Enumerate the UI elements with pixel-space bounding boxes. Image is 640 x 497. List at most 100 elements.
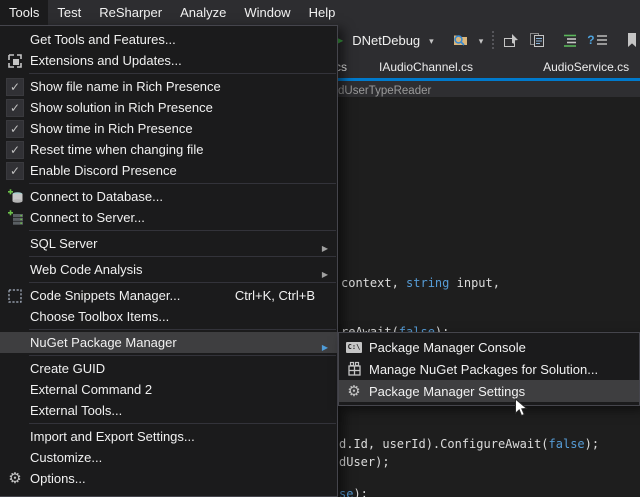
menubar-item-help[interactable]: Help: [300, 0, 345, 25]
menu-separator: [29, 183, 336, 184]
menubar-item-tools[interactable]: Tools: [0, 0, 48, 25]
menu-icon-cell: [0, 99, 30, 117]
submenu-arrow-icon: [322, 265, 328, 280]
menu-item-label: Show time in Rich Presence: [30, 121, 337, 136]
menu-item-web-code-analysis[interactable]: Web Code Analysis: [0, 259, 337, 280]
code-keyword: string: [406, 276, 449, 290]
menu-item-choose-toolbox-items[interactable]: Choose Toolbox Items...: [0, 306, 337, 327]
code-text: );: [585, 437, 599, 451]
menu-item-code-snippets-manager[interactable]: Code Snippets Manager... Ctrl+K, Ctrl+B: [0, 285, 337, 306]
navigation-bar-type[interactable]: dUserTypeReader: [338, 83, 431, 99]
chevron-down-icon[interactable]: [429, 31, 434, 49]
nuget-package-icon: [339, 361, 369, 377]
menu-item-label: SQL Server: [30, 236, 337, 251]
extensions-icon: [0, 53, 30, 69]
menu-item-extensions-and-updates[interactable]: Extensions and Updates...: [0, 50, 337, 71]
menu-item-label: Connect to Server...: [30, 210, 337, 225]
menu-icon-cell: [339, 384, 369, 399]
find-options-chevron-icon[interactable]: [479, 31, 484, 49]
checkmark-icon: [6, 78, 24, 96]
menu-bar: Tools Test ReSharper Analyze Window Help: [0, 0, 344, 25]
gear-icon: [347, 384, 360, 399]
gear-icon: [8, 471, 21, 486]
toolbar-grip[interactable]: [492, 31, 494, 49]
menu-item-show-file-name-rich-presence[interactable]: Show file name in Rich Presence: [0, 76, 337, 97]
menu-item-label: Extensions and Updates...: [30, 53, 337, 68]
menu-icon-cell: [0, 141, 30, 159]
code-line: dUser);: [339, 455, 390, 469]
database-add-icon: [0, 188, 30, 205]
menu-item-external-command-2[interactable]: External Command 2: [0, 379, 337, 400]
menu-item-label: Get Tools and Features...: [30, 32, 337, 47]
menu-item-label: Show file name in Rich Presence: [30, 79, 337, 94]
tools-menu: Get Tools and Features... Extensions and…: [0, 25, 338, 497]
menu-icon-cell: [0, 162, 30, 180]
menu-separator: [29, 230, 336, 231]
menu-item-customize[interactable]: Customize...: [0, 447, 337, 468]
code-line: d.Id, userId).ConfigureAwait(false);: [339, 437, 599, 451]
menu-item-shortcut: Ctrl+K, Ctrl+B: [235, 288, 337, 303]
menubar-item-window[interactable]: Window: [235, 0, 299, 25]
menu-item-connect-to-server[interactable]: Connect to Server...: [0, 207, 337, 228]
dashed-square-icon: [0, 288, 30, 304]
code-text: d.Id, userId).ConfigureAwait(: [339, 437, 549, 451]
checkmark-icon: [6, 99, 24, 117]
server-add-icon: [0, 209, 30, 226]
menubar-item-resharper[interactable]: ReSharper: [90, 0, 171, 25]
copy-lines-icon[interactable]: [529, 32, 545, 48]
format-indent-icon[interactable]: [563, 33, 578, 47]
menu-item-label: NuGet Package Manager: [30, 335, 337, 350]
menu-item-label: Customize...: [30, 450, 337, 465]
menu-item-get-tools-and-features[interactable]: Get Tools and Features...: [0, 29, 337, 50]
menu-item-label: Package Manager Console: [369, 340, 639, 355]
pointer-select-icon[interactable]: [503, 33, 520, 48]
menu-item-show-solution-rich-presence[interactable]: Show solution in Rich Presence: [0, 97, 337, 118]
menu-item-label: External Command 2: [30, 382, 337, 397]
find-in-files-icon[interactable]: [452, 32, 470, 48]
code-text: context,: [341, 276, 406, 290]
menu-item-label: Reset time when changing file: [30, 142, 337, 157]
checkmark-icon: [6, 141, 24, 159]
menu-item-package-manager-settings[interactable]: Package Manager Settings: [339, 380, 639, 402]
menu-icon-cell: [0, 471, 30, 486]
menu-item-show-time-rich-presence[interactable]: Show time in Rich Presence: [0, 118, 337, 139]
help-list-icon[interactable]: ?: [587, 33, 606, 47]
menu-icon-cell: [0, 78, 30, 96]
menu-item-label: Package Manager Settings: [369, 384, 639, 399]
menu-item-manage-nuget-packages-solution[interactable]: Manage NuGet Packages for Solution...: [339, 358, 639, 380]
console-icon: C:\: [346, 342, 362, 353]
menu-item-package-manager-console[interactable]: C:\ Package Manager Console: [339, 336, 639, 358]
submenu-arrow-icon: [322, 239, 328, 254]
menu-icon-cell: [0, 120, 30, 138]
mouse-cursor: [514, 398, 528, 418]
menu-item-connect-to-database[interactable]: Connect to Database...: [0, 186, 337, 207]
checkmark-icon: [6, 162, 24, 180]
bookmark-icon[interactable]: [625, 32, 639, 49]
menu-item-label: Create GUID: [30, 361, 337, 376]
menu-item-enable-discord-presence[interactable]: Enable Discord Presence: [0, 160, 337, 181]
menubar-item-analyze[interactable]: Analyze: [171, 0, 235, 25]
menubar-item-test[interactable]: Test: [48, 0, 90, 25]
tab-audioservice[interactable]: AudioService.cs: [543, 60, 629, 74]
menu-item-reset-time-changing-file[interactable]: Reset time when changing file: [0, 139, 337, 160]
menu-separator: [29, 423, 336, 424]
code-line: se);: [339, 487, 368, 497]
run-config-dropdown[interactable]: DNetDebug: [352, 33, 420, 48]
menu-item-label: Enable Discord Presence: [30, 163, 337, 178]
menu-separator: [29, 355, 336, 356]
menu-item-sql-server[interactable]: SQL Server: [0, 233, 337, 254]
menu-item-label: Import and Export Settings...: [30, 429, 337, 444]
menu-item-import-export-settings[interactable]: Import and Export Settings...: [0, 426, 337, 447]
tab-iaudiochannel[interactable]: IAudioChannel.cs: [379, 60, 473, 74]
menu-item-label: Options...: [30, 471, 337, 486]
menu-item-options[interactable]: Options...: [0, 468, 337, 489]
menu-item-nuget-package-manager[interactable]: NuGet Package Manager: [0, 332, 337, 353]
menu-item-label: Choose Toolbox Items...: [30, 309, 337, 324]
menu-separator: [29, 282, 336, 283]
nuget-package-manager-submenu: C:\ Package Manager Console Manage NuGet…: [338, 332, 640, 406]
menu-item-create-guid[interactable]: Create GUID: [0, 358, 337, 379]
menu-separator: [29, 73, 336, 74]
menu-item-external-tools[interactable]: External Tools...: [0, 400, 337, 421]
code-text: );: [353, 487, 367, 497]
menu-separator: [29, 329, 336, 330]
